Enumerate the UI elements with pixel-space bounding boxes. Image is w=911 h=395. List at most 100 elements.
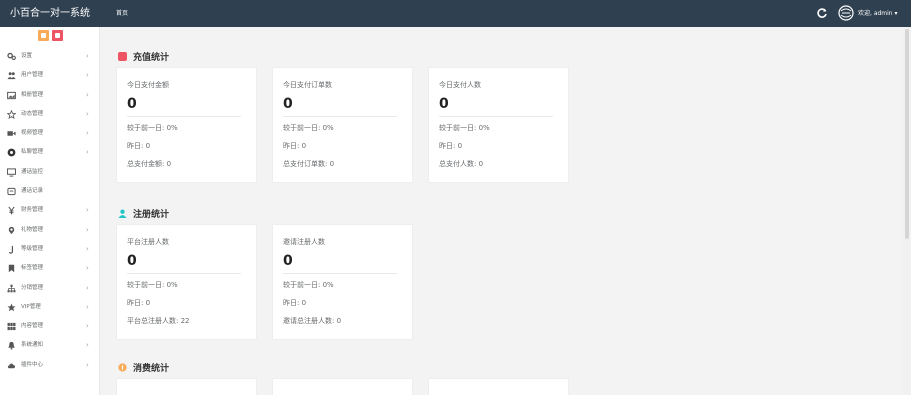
stat-card	[272, 378, 413, 395]
sidebar-item-content[interactable]: 内容管理 ›	[0, 317, 100, 336]
sidebar-item-moments[interactable]: 动态管理 ›	[0, 105, 100, 124]
sidebar-menu: 设置 › 用户管理 › 相册管理 › 动态管理 › 视频管理 › 私聊管理 ›	[0, 47, 100, 375]
sidebar-item-call-monitor[interactable]: 通话监控	[0, 163, 100, 182]
user-icon	[118, 209, 127, 218]
stat-value: 0	[439, 96, 449, 112]
stat-compare: 较于前一日: 0%	[127, 281, 178, 289]
image-icon	[7, 91, 16, 99]
stat-compare: 较于前一日: 0%	[439, 124, 490, 132]
scrollbar-thumb[interactable]	[905, 29, 909, 239]
section-title-pay: 充值统计	[118, 49, 169, 63]
quick-actions	[38, 30, 63, 41]
user-menu[interactable]: 欢迎, admin ▾	[858, 0, 898, 27]
home-shortcut-button[interactable]	[38, 30, 49, 41]
chevron-right-icon: ›	[86, 264, 89, 273]
chevron-right-icon: ›	[86, 52, 89, 60]
chevron-right-icon: ›	[86, 148, 89, 157]
cloud-icon	[7, 363, 16, 368]
sidebar-item-label: 系统通知	[21, 342, 44, 349]
chevron-right-icon: ›	[86, 302, 89, 311]
sidebar-item-private-chat[interactable]: 私聊管理 ›	[0, 143, 100, 162]
sidebar-item-levels[interactable]: 等级管理 ›	[0, 240, 100, 259]
stat-card: 今日支付人数 0 较于前一日: 0% 昨日: 0 总支付人数: 0	[428, 67, 569, 183]
stat-yesterday: 昨日: 0	[127, 142, 151, 150]
gears-icon	[7, 52, 16, 61]
stat-card: 今日支付订单数 0 较于前一日: 0% 昨日: 0 总支付订单数: 0	[272, 67, 413, 183]
chevron-right-icon: ›	[86, 206, 89, 215]
scrollbar[interactable]	[903, 27, 911, 395]
stat-compare: 较于前一日: 0%	[283, 281, 334, 289]
section-title-text: 充值统计	[133, 52, 170, 63]
stat-value: 0	[127, 96, 137, 112]
sidebar-item-call-records[interactable]: 通话记录	[0, 182, 100, 201]
sidebar-item-label: 财务管理	[21, 207, 44, 214]
chevron-right-icon: ›	[86, 360, 89, 369]
stat-value: 0	[127, 253, 137, 269]
sidebar-item-label: 标签管理	[21, 265, 44, 272]
record-icon	[7, 187, 16, 196]
chevron-right-icon: ›	[86, 341, 89, 350]
stat-yesterday: 昨日: 0	[439, 142, 463, 150]
sidebar-item-distribution[interactable]: 分销管理 ›	[0, 279, 100, 298]
home-icon	[41, 33, 46, 38]
chevron-right-icon: ›	[86, 90, 89, 99]
sidebar-item-gifts[interactable]: 礼物管理 ›	[0, 221, 100, 240]
stat-yesterday: 昨日: 0	[283, 142, 307, 150]
stat-card: 邀请注册人数 0 较于前一日: 0% 昨日: 0 邀请总注册人数: 0	[272, 224, 413, 340]
stat-title: 今日支付金额	[127, 81, 169, 89]
divider	[127, 116, 242, 117]
level-icon	[9, 245, 13, 254]
bookmark-icon	[8, 264, 15, 273]
top-bar: 小百合一对一系统 首页 欢迎, admin ▾	[0, 0, 911, 27]
sidebar-item-label: 等级管理	[21, 245, 44, 252]
stat-title: 今日支付订单数	[283, 81, 332, 89]
section-title-text: 消费统计	[133, 363, 170, 374]
sidebar-item-users[interactable]: 用户管理 ›	[0, 66, 100, 85]
avatar[interactable]	[838, 5, 854, 21]
sidebar-item-finance[interactable]: 财务管理 ›	[0, 201, 100, 220]
star-icon	[7, 109, 16, 119]
stat-total: 总支付订单数: 0	[283, 160, 335, 168]
stat-total: 总支付人数: 0	[439, 160, 484, 168]
stat-total: 总支付金额: 0	[127, 160, 172, 168]
chevron-right-icon: ›	[86, 244, 89, 253]
divider	[283, 116, 398, 117]
sidebar-item-videos[interactable]: 视频管理 ›	[0, 124, 100, 143]
sidebar-item-notifications[interactable]: 系统通知 ›	[0, 336, 100, 355]
refresh-icon[interactable]	[816, 7, 828, 19]
sidebar-item-settings[interactable]: 设置 ›	[0, 47, 100, 66]
sidebar-item-label: 礼物管理	[21, 226, 44, 233]
chevron-right-icon: ›	[86, 283, 89, 292]
app-brand[interactable]: 小百合一对一系统	[0, 0, 100, 27]
chat-icon	[7, 149, 16, 157]
divider	[283, 273, 398, 274]
chevron-right-icon: ›	[86, 322, 89, 331]
sidebar-item-plugins[interactable]: 插件中心 ›	[0, 356, 100, 375]
stat-title: 邀请注册人数	[283, 238, 325, 246]
sidebar-item-label: 通话记录	[21, 188, 44, 195]
chevron-right-icon: ›	[86, 71, 89, 80]
sidebar-item-vip[interactable]: VIP管理 ›	[0, 298, 100, 317]
sidebar-item-albums[interactable]: 相册管理 ›	[0, 86, 100, 105]
gift-icon	[8, 226, 15, 234]
tab-home[interactable]: 首页	[116, 0, 128, 27]
chevron-right-icon: ›	[86, 129, 89, 138]
stat-yesterday: 昨日: 0	[127, 299, 151, 307]
stat-yesterday: 昨日: 0	[283, 299, 307, 307]
sidebar-item-label: 内容管理	[21, 323, 44, 330]
sidebar-item-tags[interactable]: 标签管理 ›	[0, 259, 100, 278]
stat-total: 平台总注册人数: 22	[127, 317, 190, 325]
stat-title: 平台注册人数	[127, 238, 169, 246]
sidebar: 设置 › 用户管理 › 相册管理 › 动态管理 › 视频管理 › 私聊管理 ›	[0, 27, 100, 395]
stat-value: 0	[283, 253, 293, 269]
sidebar-item-label: 相册管理	[21, 91, 44, 98]
sidebar-item-label: VIP管理	[21, 303, 41, 310]
vip-star-icon	[7, 303, 16, 312]
sidebar-item-label: 分销管理	[21, 284, 44, 291]
stat-total: 邀请总注册人数: 0	[283, 317, 342, 325]
section-title-register: 注册统计	[118, 206, 169, 220]
section-title-consume: 消费统计	[118, 360, 169, 374]
stat-card	[116, 378, 257, 395]
sidebar-item-label: 用户管理	[21, 72, 44, 79]
lock-shortcut-button[interactable]	[52, 30, 63, 41]
